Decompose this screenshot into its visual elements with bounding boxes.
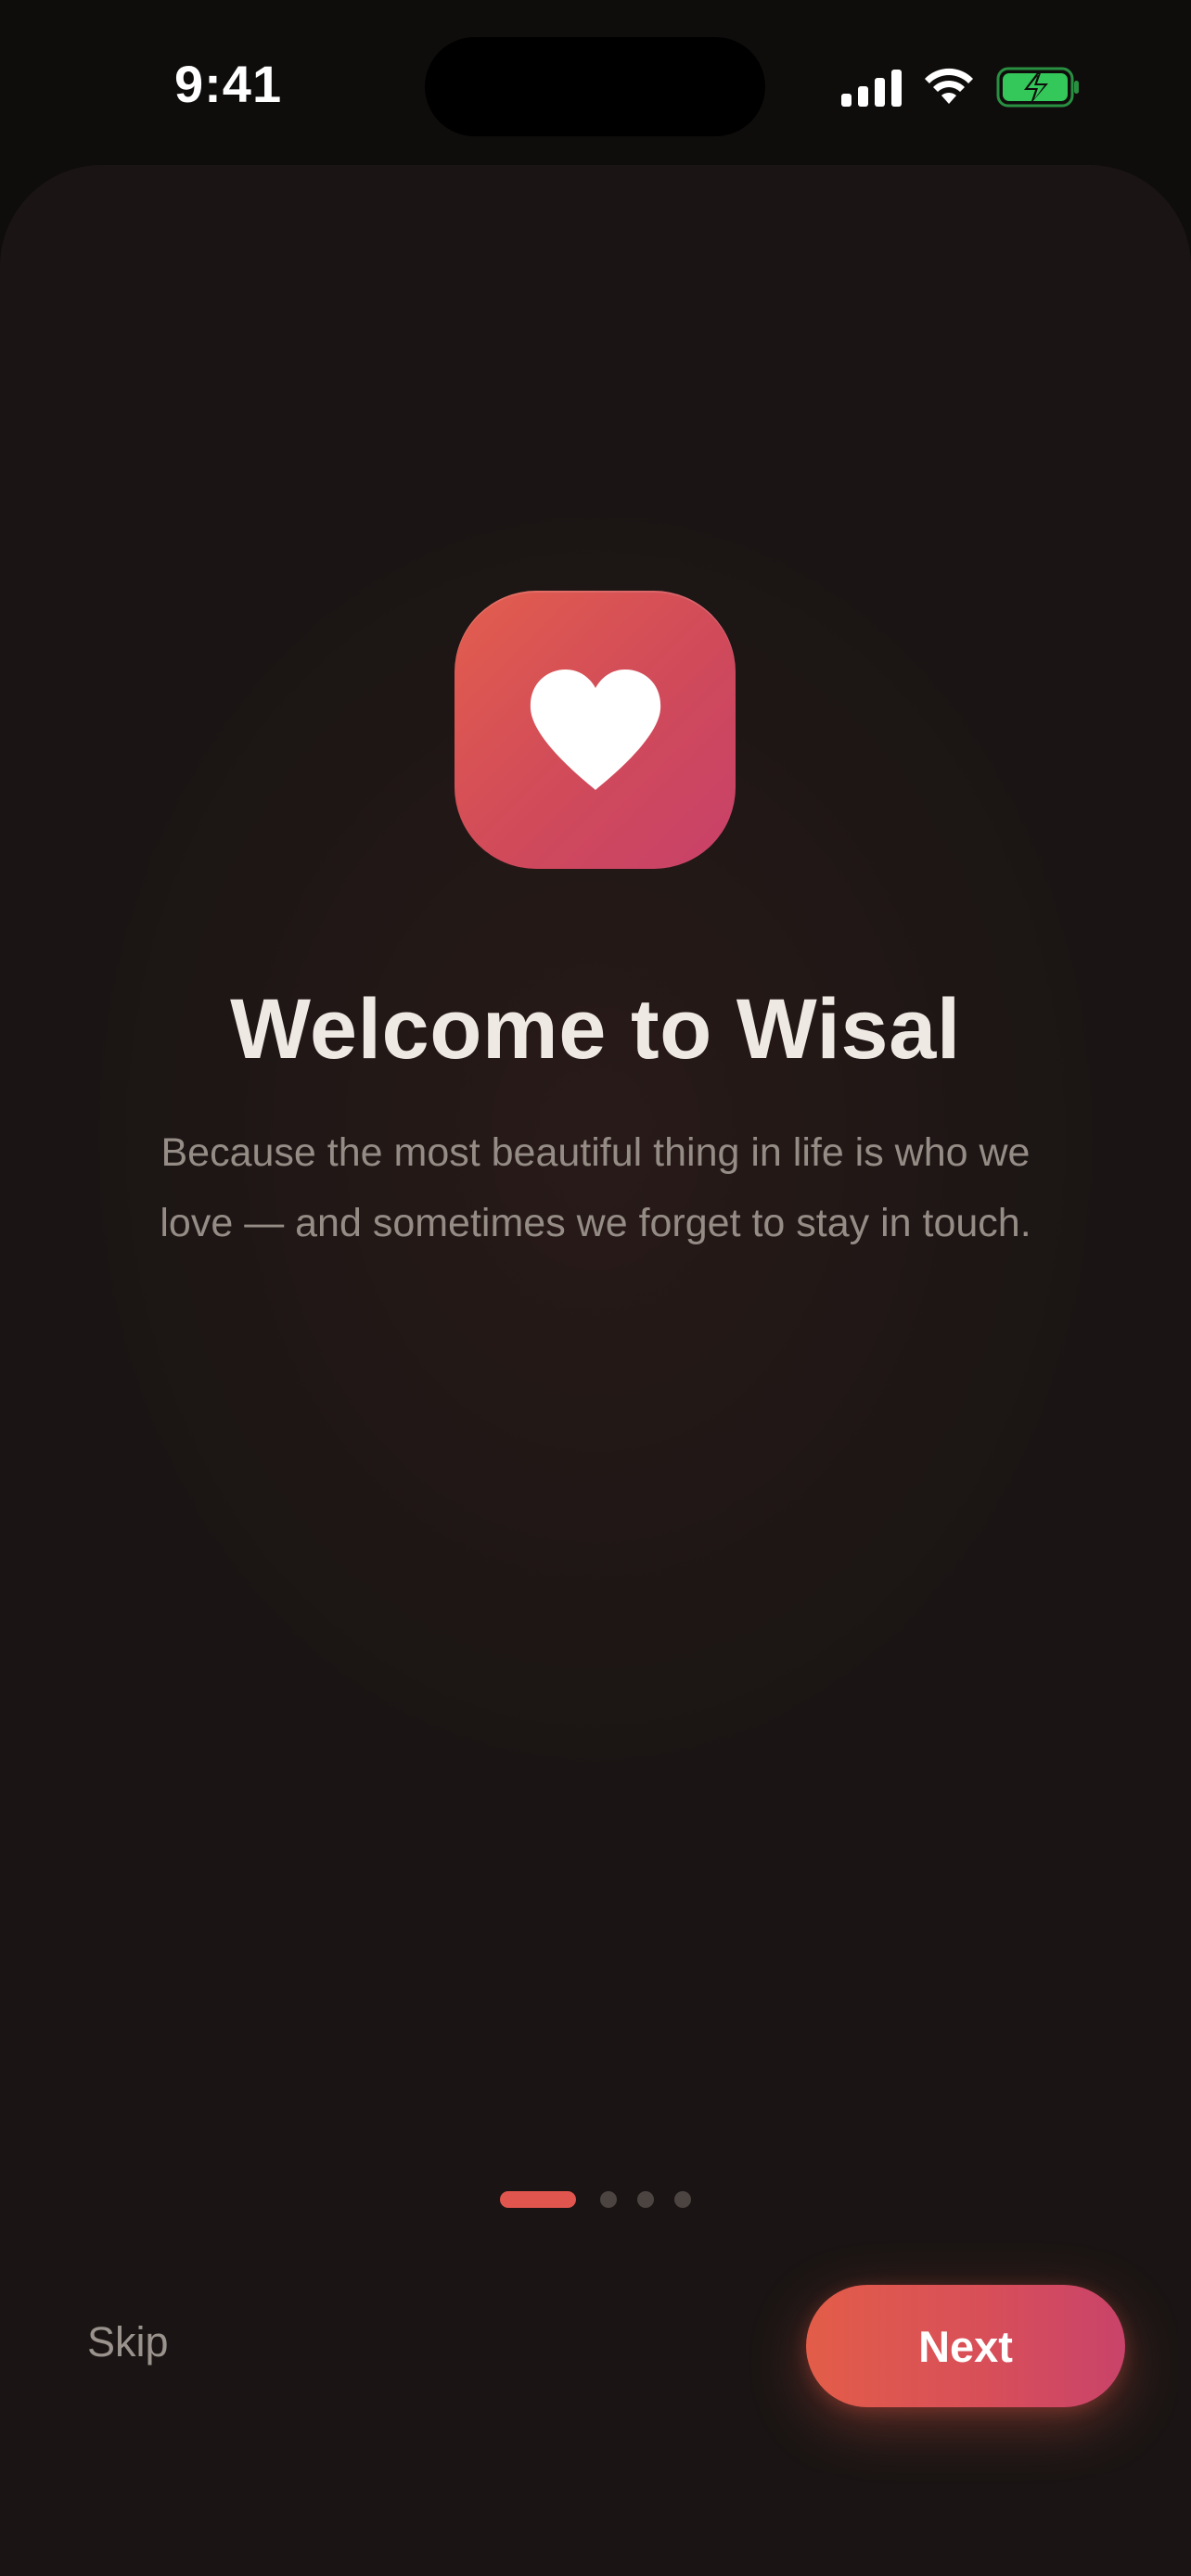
status-time: 9:41 [174,55,283,113]
wifi-icon [925,68,973,104]
page-title: Welcome to Wisal [230,982,961,1077]
page-subtitle: Because the most beautiful thing in life… [160,1130,1031,1245]
page-indicator-dot [674,2191,691,2208]
page-indicator-dot [637,2191,654,2208]
page-indicator-active [500,2191,576,2208]
heart-icon [530,670,660,790]
battery-charging-icon [996,67,1079,108]
page-indicator [0,2191,1191,2208]
cellular-signal-icon [841,68,902,107]
page-indicator-dot [600,2191,617,2208]
dynamic-island [425,37,765,136]
next-button[interactable]: Next [806,2285,1125,2407]
onboarding-screen: 9:41 Welcome to Wisal Because the most b… [0,0,1191,2576]
onboarding-sheet [0,165,1191,2576]
app-icon [455,591,736,869]
status-bar: 9:41 [0,0,1191,167]
skip-button[interactable]: Skip [87,2318,169,2366]
status-icons [841,59,1082,115]
